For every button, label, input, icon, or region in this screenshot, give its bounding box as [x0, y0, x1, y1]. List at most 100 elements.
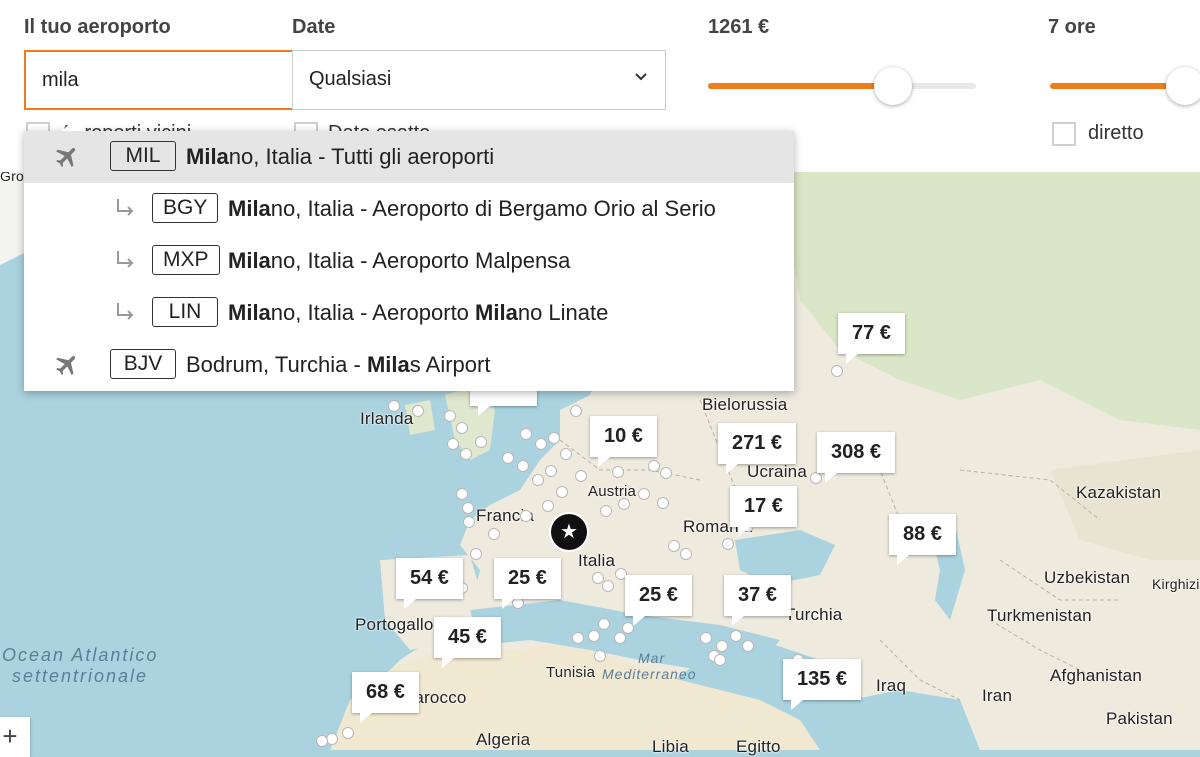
map-label: Pakistan [1106, 709, 1173, 728]
price-slider[interactable] [708, 83, 976, 89]
map-label: Kazakistan [1076, 483, 1162, 502]
airport-suggestions: MIL Milano, Italia - Tutti gli aeroporti… [24, 119, 794, 391]
price-slider-thumb[interactable] [873, 67, 912, 105]
price-marker[interactable]: 135 € [783, 659, 862, 710]
map-label: Egitto [736, 737, 781, 756]
airport-dot[interactable] [535, 438, 547, 450]
airport-dot[interactable] [502, 452, 514, 464]
airport-dot[interactable] [463, 516, 475, 528]
match-text: Mila [228, 248, 271, 273]
suggestion-item[interactable]: LIN Milano, Italia - Aeroporto Milano Li… [24, 287, 794, 339]
airport-dot[interactable] [570, 405, 582, 417]
price-marker[interactable]: 17 € [730, 486, 797, 537]
airport-dot[interactable] [657, 497, 669, 509]
airport-dot[interactable] [545, 465, 557, 477]
airport-dot[interactable] [730, 630, 742, 642]
match-text: Mila [186, 144, 229, 169]
price-slider-fill [708, 83, 893, 89]
map-label: Algeria [476, 730, 531, 749]
airport-dot[interactable] [602, 580, 614, 592]
airport-dot[interactable] [542, 500, 554, 512]
date-label: Date [292, 16, 336, 38]
airport-dot[interactable] [714, 654, 726, 666]
airport-input[interactable]: mila [24, 50, 294, 110]
airport-dot[interactable] [460, 448, 472, 460]
airport-dot[interactable] [575, 470, 587, 482]
airport-dot[interactable] [668, 540, 680, 552]
plane-icon [56, 148, 76, 168]
airport-dot[interactable] [388, 400, 400, 412]
airport-dot[interactable] [594, 650, 606, 662]
airport-dot[interactable] [517, 460, 529, 472]
airport-code: LIN [152, 297, 218, 327]
price-marker[interactable]: 37 € [724, 575, 791, 626]
airport-code: MXP [152, 245, 220, 275]
price-marker[interactable]: 77 € [838, 313, 905, 364]
airport-dot[interactable] [412, 405, 424, 417]
suggestion-text: no, Italia - Aeroporto di Bergamo Orio a… [270, 196, 716, 221]
airport-dot[interactable] [444, 410, 456, 422]
airport-dot[interactable] [831, 365, 843, 377]
airport-dot[interactable] [520, 510, 532, 522]
airport-dot[interactable] [598, 618, 610, 630]
airport-dot[interactable] [488, 528, 500, 540]
airport-dot[interactable] [638, 488, 650, 500]
home-airport-marker[interactable]: ★ [551, 514, 587, 550]
airport-dot[interactable] [456, 422, 468, 434]
airport-dot[interactable] [560, 448, 572, 460]
sea-label: Mar [638, 650, 666, 666]
ocean-label: settentrionale [12, 666, 149, 686]
airport-dot[interactable] [462, 502, 474, 514]
zoom-in-button[interactable]: + [0, 717, 30, 757]
price-marker[interactable]: 308 € [817, 432, 896, 483]
airport-dot[interactable] [722, 538, 734, 550]
suggestion-text: no Linate [517, 300, 609, 325]
match-text: Mila [228, 196, 271, 221]
price-marker[interactable]: 68 € [352, 672, 419, 723]
airport-dot[interactable] [612, 466, 624, 478]
airport-dot[interactable] [614, 632, 626, 644]
suggestion-item[interactable]: MIL Milano, Italia - Tutti gli aeroporti [24, 131, 794, 183]
price-marker[interactable]: 25 € [625, 575, 692, 626]
airport-dot[interactable] [700, 632, 712, 644]
airport-dot[interactable] [618, 498, 630, 510]
direct-checkbox[interactable] [1052, 122, 1076, 146]
airport-dot[interactable] [342, 727, 354, 739]
airport-dot[interactable] [680, 548, 692, 560]
price-marker[interactable]: 271 € [718, 423, 797, 474]
price-marker[interactable]: 10 € [590, 416, 657, 467]
match-text: Mila [475, 300, 518, 325]
match-text: Mila [366, 352, 410, 377]
airport-dot[interactable] [716, 640, 728, 652]
price-marker[interactable]: 45 € [434, 617, 501, 668]
airport-dot[interactable] [475, 436, 487, 448]
suggestion-item[interactable]: MXP Milano, Italia - Aeroporto Malpensa [24, 235, 794, 287]
price-marker[interactable]: 54 € [396, 558, 463, 609]
airport-dot[interactable] [556, 486, 568, 498]
sub-arrow-icon [117, 303, 134, 320]
airport-dot[interactable] [572, 632, 584, 644]
airport-dot[interactable] [600, 505, 612, 517]
airport-dot[interactable] [810, 472, 822, 484]
price-marker[interactable]: 25 € [494, 558, 561, 609]
airport-dot[interactable] [520, 428, 532, 440]
airport-dot[interactable] [532, 474, 544, 486]
date-select[interactable]: Qualsiasi [292, 50, 666, 110]
map-label: Iran [982, 686, 1013, 705]
suggestion-item[interactable]: BGY Milano, Italia - Aeroporto di Bergam… [24, 183, 794, 235]
airport-dot[interactable] [742, 640, 754, 652]
suggestion-item[interactable]: BJV Bodrum, Turchia - Milas Airport [24, 339, 794, 391]
airport-dot[interactable] [470, 548, 482, 560]
airport-dot[interactable] [648, 460, 660, 472]
airport-dot[interactable] [447, 438, 459, 450]
price-marker[interactable]: 88 € [889, 514, 956, 565]
airport-dot[interactable] [548, 432, 560, 444]
duration-slider-fill [1050, 83, 1185, 89]
airport-dot[interactable] [660, 467, 672, 479]
airport-dot[interactable] [588, 630, 600, 642]
duration-slider-thumb[interactable] [1166, 67, 1200, 105]
map-label: Turkmenistan [987, 606, 1092, 625]
airport-dot[interactable] [456, 488, 468, 500]
airport-dot[interactable] [316, 735, 328, 747]
airport-label: Il tuo aeroporto [24, 16, 171, 38]
